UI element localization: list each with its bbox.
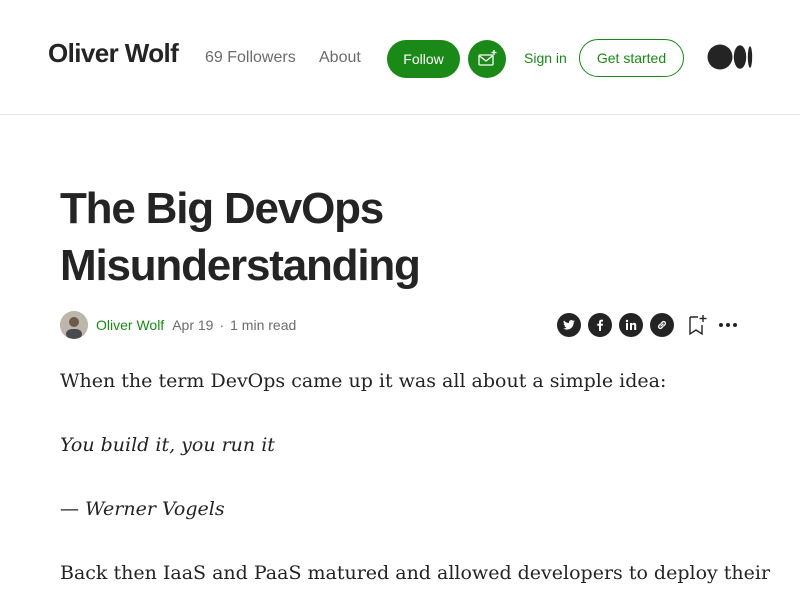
publish-date: Apr 19 bbox=[172, 317, 214, 333]
attribution-name: Werner Vogels bbox=[85, 498, 225, 520]
facebook-icon[interactable] bbox=[588, 313, 612, 337]
meta-separator: · bbox=[219, 317, 225, 333]
followers-link[interactable]: 69 Followers bbox=[205, 49, 296, 67]
quote-attribution: — Werner Vogels bbox=[60, 493, 750, 525]
author-name[interactable]: Oliver Wolf bbox=[96, 317, 164, 333]
more-options-icon[interactable] bbox=[718, 315, 738, 335]
read-time: 1 min read bbox=[230, 317, 297, 333]
publication-name[interactable]: Oliver Wolf bbox=[48, 38, 179, 69]
bookmark-add-icon[interactable] bbox=[686, 313, 708, 337]
mail-plus-icon bbox=[478, 50, 497, 66]
avatar[interactable] bbox=[60, 311, 88, 339]
avatar-image bbox=[60, 311, 88, 339]
link-icon[interactable] bbox=[650, 313, 674, 337]
sign-in-link[interactable]: Sign in bbox=[524, 50, 567, 66]
article-paragraph: When the term DevOps came up it was all … bbox=[60, 370, 667, 392]
byline: Oliver Wolf Apr 19 · 1 min read bbox=[60, 311, 296, 339]
linkedin-icon[interactable] bbox=[619, 313, 643, 337]
about-link[interactable]: About bbox=[319, 49, 361, 67]
follow-button[interactable]: Follow bbox=[387, 40, 460, 78]
share-toolbar bbox=[557, 313, 681, 337]
article-quote: You build it, you run it bbox=[60, 434, 275, 456]
twitter-icon[interactable] bbox=[557, 313, 581, 337]
article-paragraph: Back then IaaS and PaaS matured and allo… bbox=[60, 562, 771, 584]
top-header: Oliver Wolf 69 Followers About Follow Si… bbox=[0, 0, 800, 115]
subscribe-button[interactable] bbox=[468, 40, 506, 78]
get-started-button[interactable]: Get started bbox=[579, 39, 684, 77]
article-title: The Big DevOps Misunderstanding bbox=[60, 184, 421, 290]
medium-logo-icon[interactable] bbox=[707, 44, 753, 70]
attribution-dash: — bbox=[60, 498, 86, 520]
